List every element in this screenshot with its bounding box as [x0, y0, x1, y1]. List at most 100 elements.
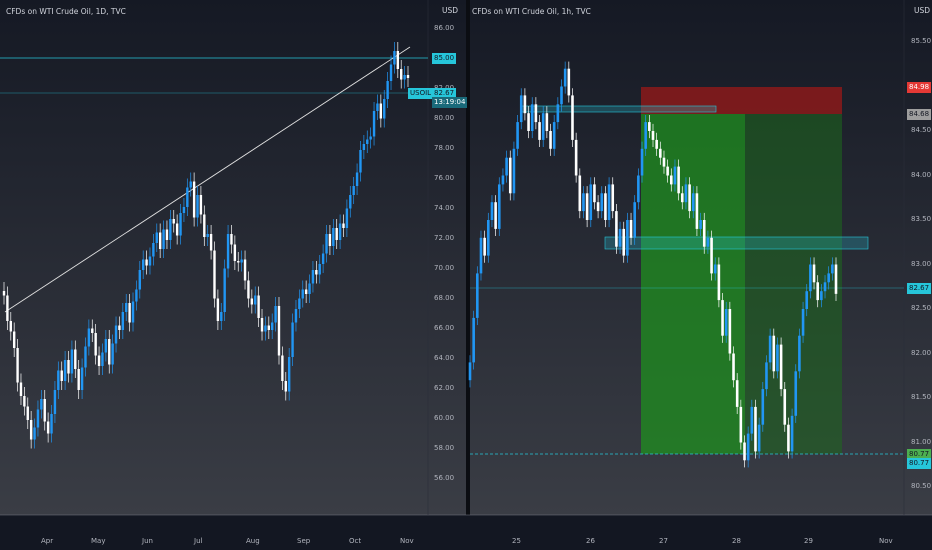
candle-body [359, 150, 362, 173]
candle-body [145, 259, 148, 266]
candle-body [637, 175, 640, 203]
left-pane-currency: USD [442, 6, 459, 15]
left-price-label: 72.00 [434, 233, 455, 242]
candle-body [121, 312, 125, 330]
candle-body [816, 282, 819, 301]
candle-body [101, 352, 104, 366]
candle-body [538, 122, 541, 140]
candle-body [345, 208, 349, 228]
candle-body [476, 273, 479, 318]
candle-body [596, 202, 600, 212]
candle-body [582, 193, 585, 212]
candle-body [593, 184, 596, 203]
candle-body [230, 234, 233, 245]
candle-body [135, 289, 138, 302]
candle-body [250, 298, 254, 305]
candle-body [505, 157, 508, 176]
candle-body [315, 270, 318, 275]
candle-body [128, 303, 131, 323]
candle-body [77, 369, 80, 390]
candle-body [352, 186, 355, 195]
left-price-label: 68.00 [434, 293, 455, 302]
left-pane-title: CFDs on WTI Crude Oil, 1D, TVC [6, 7, 126, 16]
candle-body [497, 184, 501, 229]
right-price-label: 81.00 [911, 437, 932, 446]
candle-body [567, 68, 571, 96]
left-time-label: Nov [400, 537, 414, 545]
candle-body [776, 344, 779, 372]
right-price-label: 83.50 [911, 215, 932, 223]
candle-body [57, 370, 60, 390]
candle-body [516, 122, 519, 149]
candle-body [787, 424, 790, 452]
support-resistance-zone [604, 236, 869, 250]
candle-body [240, 259, 243, 263]
candle-body [165, 229, 169, 240]
candle-body [393, 51, 396, 65]
candle-body [254, 295, 257, 305]
candle-body [396, 51, 400, 69]
candle-body [684, 184, 688, 203]
left-price-label: 58.00 [434, 443, 455, 452]
candle-body [84, 346, 87, 368]
candle-body [257, 295, 260, 318]
candle-body [655, 139, 658, 149]
candle-body [479, 237, 483, 274]
candle-body [757, 424, 761, 452]
candle-body [328, 234, 332, 246]
candle-body [604, 193, 607, 220]
candle-body [768, 335, 772, 363]
candle-body [260, 318, 264, 332]
candle-body [790, 415, 794, 452]
candle-body [710, 237, 713, 274]
candle-body [376, 103, 379, 111]
candle-body [9, 321, 12, 332]
candle-body [36, 409, 40, 428]
candle-body [530, 104, 534, 131]
candle-body [662, 157, 666, 167]
candle-body [379, 103, 383, 119]
right-last-price-tag: 82.67 [907, 283, 932, 294]
candle-body [301, 289, 304, 299]
left-price-label: 74.00 [434, 203, 455, 212]
candle-body [40, 399, 43, 410]
candle-body [104, 339, 108, 353]
left-price-label: 80.00 [434, 113, 455, 122]
candle-body [287, 357, 291, 392]
candle-body [472, 317, 475, 363]
candle-body [527, 113, 530, 131]
candle-body [556, 104, 560, 123]
candle-body [827, 273, 830, 283]
candle-body [519, 95, 523, 123]
candle-body [812, 264, 816, 283]
candle-body [298, 298, 301, 309]
candle-body [264, 325, 267, 332]
candle-body [490, 202, 494, 220]
candle-body [294, 309, 298, 323]
candle-body [600, 193, 604, 212]
right-price-label: 85.50 [911, 37, 932, 45]
candle-body [779, 344, 783, 390]
left-time-label: Sep [297, 537, 311, 545]
left-level-tag: 85.00 [432, 53, 457, 64]
candle-body [702, 220, 706, 247]
candle-body [735, 380, 739, 407]
candle-body [765, 362, 768, 390]
candle-body [186, 187, 189, 207]
candle-body [189, 181, 192, 188]
candle-body [158, 232, 162, 249]
left-price-label: 66.00 [434, 323, 455, 332]
candle-body [362, 144, 366, 150]
candle-body [607, 184, 611, 220]
candle-body [118, 325, 121, 330]
candle-body [794, 371, 798, 416]
candle-body [141, 259, 145, 270]
candle-body [148, 256, 152, 266]
right-time-label: 29 [804, 537, 813, 545]
candle-body [355, 172, 359, 186]
chart-canvas[interactable] [0, 0, 932, 550]
candle-body [389, 64, 393, 81]
right-price-label: 80.50 [911, 482, 932, 490]
left-time-label: Jun [142, 537, 153, 545]
candle-body [739, 406, 743, 443]
